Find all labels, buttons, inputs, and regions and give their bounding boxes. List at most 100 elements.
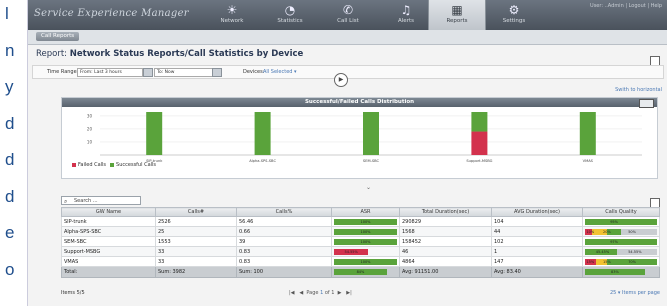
total-duration-cell: 158452	[399, 236, 492, 247]
side-text-letter: n	[5, 40, 15, 60]
total-quality: 83%	[582, 266, 660, 278]
column-header[interactable]: Calls Quality	[582, 207, 660, 217]
filter-bar: Time Range: From: Last 3 hours To: Now D…	[32, 65, 664, 79]
nav-item-call-list[interactable]: ✆ Call List	[320, 0, 376, 30]
quality-label: 70%	[628, 259, 636, 264]
from-select[interactable]: From: Last 3 hours	[77, 68, 143, 77]
table-row[interactable]: Alpha-SPS-SBC 25 0.66 100% 1568 44 10% 20% 50%	[61, 226, 660, 237]
quality-bar: 95%	[585, 218, 657, 225]
page-label: Page	[306, 290, 319, 296]
column-header[interactable]: Calls%	[236, 207, 332, 217]
chart-title: Successful/Failed Calls Distribution	[62, 98, 657, 107]
prev-page-icon[interactable]: ◀	[299, 290, 303, 296]
calls-pct-cell: 0.83	[236, 256, 332, 267]
page-select[interactable]: 1	[320, 290, 323, 296]
gw-name-cell: Support-MSBG	[61, 246, 156, 257]
sub-toolbar: Call Reports	[28, 30, 667, 45]
nav-item-reports[interactable]: ▦ Reports	[428, 0, 486, 30]
calls-pct-cell: 0.66	[236, 226, 332, 237]
collapse-chevron-icon[interactable]: ⌄	[366, 184, 371, 191]
x-tick-label: SEM-SBC	[363, 159, 380, 163]
left-side-text: lnydddeo	[0, 0, 24, 306]
switch-horizontal-link[interactable]: Swith to horizontal	[615, 87, 662, 93]
next-page-icon[interactable]: ▶	[338, 290, 342, 296]
gear-icon: ⚙	[508, 3, 520, 17]
sun-icon: ☀	[226, 3, 238, 17]
nav-item-settings[interactable]: ⚙ Settings	[486, 0, 542, 30]
quality-segment-gry	[621, 228, 657, 235]
report-name: Network Status Reports/Call Statistics b…	[69, 49, 304, 59]
page-title: Report: Network Status Reports/Call Stat…	[36, 49, 303, 59]
table-row[interactable]: Support-MSBG 33 0.83 54.55% 46 1 45.45% 54.55%	[61, 246, 660, 257]
to-select[interactable]: To: Now	[154, 68, 213, 77]
calendar-icon[interactable]	[143, 68, 153, 77]
calls-pct-cell: 0.83	[236, 246, 332, 257]
pagination: |◀ ◀ Page 1 of 1 ▶ ▶|	[289, 290, 352, 296]
total-duration-cell: 4864	[399, 256, 492, 267]
calls-cell: 33	[155, 256, 237, 267]
table-row[interactable]: VMAS 33 0.83 100% 4864 147 15% 15% 70%	[61, 256, 660, 267]
x-tick-label: Support-MSBG	[466, 159, 492, 163]
total-label: Total:	[61, 266, 156, 278]
asr-cell: 100%	[331, 216, 400, 227]
calls-quality-cell: 95%	[582, 216, 660, 227]
last-page-icon[interactable]: ▶|	[346, 290, 352, 296]
quality-segment-grn	[585, 218, 657, 225]
calls-cell: 25	[155, 226, 237, 237]
asr-cell: 54.55%	[331, 246, 400, 257]
total-asr-bar: 84%	[334, 269, 387, 275]
side-text-letter: d	[5, 150, 15, 169]
asr-cell: 100%	[331, 226, 400, 237]
play-icon[interactable]: ▶	[334, 73, 348, 87]
legend-swatch	[72, 162, 76, 167]
gw-name-cell: SEM-SBC	[61, 236, 156, 247]
y-tick-label: 20	[87, 126, 93, 131]
pie-icon: ◔	[284, 3, 296, 17]
table-row[interactable]: SIP-trunk 2526 56.46 100% 290829 104 95%	[61, 216, 660, 227]
quality-label: 50%	[628, 229, 636, 234]
column-header[interactable]: Calls#	[155, 207, 237, 217]
first-page-icon[interactable]: |◀	[289, 290, 295, 296]
nav-item-alerts[interactable]: ♫ Alerts	[378, 0, 434, 30]
legend-swatch	[110, 162, 115, 167]
side-text-letter: o	[5, 259, 15, 279]
column-header[interactable]: AVG Duration(sec)	[491, 207, 583, 217]
page-of: of 1	[324, 290, 335, 296]
column-header[interactable]: ASR	[331, 207, 400, 217]
calendar-icon[interactable]	[212, 68, 222, 77]
quality-label: 95%	[610, 219, 618, 224]
y-tick-label: 10	[87, 139, 93, 144]
total-calls: Sum: 3982	[155, 266, 237, 278]
asr-bar: 100%	[334, 228, 397, 235]
gw-name-cell: VMAS	[61, 256, 156, 267]
items-per-page-select[interactable]: 25 ▾ Items per page	[610, 290, 660, 296]
column-header[interactable]: Total Duration(sec)	[399, 207, 492, 217]
statistics-table: GW Name Calls# Calls% ASR Total Duration(sec…	[61, 207, 660, 278]
brand-logo: Service Experience Manager	[34, 8, 189, 19]
search-placeholder: Search ...	[74, 198, 98, 204]
call-reports-button[interactable]: Call Reports	[36, 32, 80, 41]
bar-successful	[254, 112, 271, 155]
table-row[interactable]: SEM-SBC 1553 39 100% 158452 102 97%	[61, 236, 660, 247]
time-range-label: Time Range:	[47, 69, 79, 75]
total-asr: 84%	[331, 266, 400, 278]
total-duration-cell: 1568	[399, 226, 492, 237]
search-input[interactable]: ⌕ Search ...	[61, 196, 141, 205]
calls-pct-cell: 39	[236, 236, 332, 247]
bar-failed	[471, 131, 488, 155]
nav-label: Settings	[502, 18, 526, 24]
report-icon: ▦	[451, 3, 463, 17]
calls-quality-cell: 45.45% 54.55%	[582, 246, 660, 257]
user-info[interactable]: User: ..Admin | Logout | Help	[590, 3, 662, 9]
quality-label: 45.45%	[595, 249, 610, 254]
calls-pct-cell: 56.46	[236, 216, 332, 227]
avg-duration-cell: 44	[491, 226, 583, 237]
nav-item-network[interactable]: ☀ Network	[204, 0, 260, 30]
total-pct: Sum: 100	[236, 266, 332, 278]
nav-item-statistics[interactable]: ◔ Statistics	[262, 0, 318, 30]
side-text-letter: d	[5, 186, 15, 206]
side-text-letter: l	[5, 4, 9, 23]
devices-select[interactable]: All Selected ▾	[263, 69, 297, 75]
column-header[interactable]: GW Name	[61, 207, 156, 217]
side-text-letter: e	[5, 223, 15, 242]
